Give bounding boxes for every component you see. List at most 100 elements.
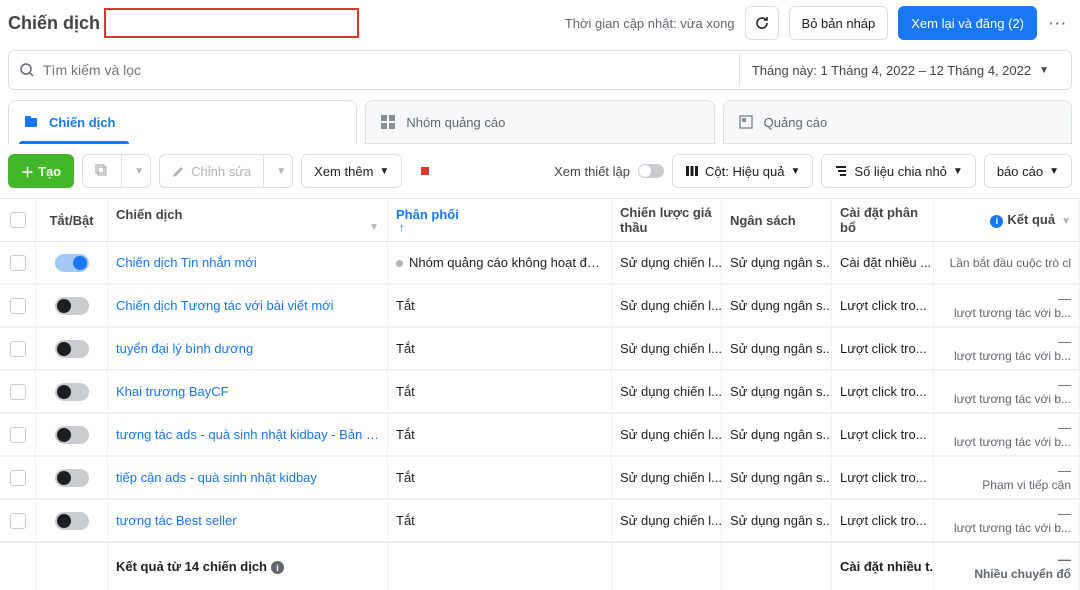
- chevron-down-icon: ▼: [1039, 65, 1049, 76]
- view-setup-toggle[interactable]: Xem thiết lập: [554, 164, 664, 179]
- sort-asc-icon: ↑: [399, 222, 603, 234]
- tab-ads-label: Quảng cáo: [764, 115, 828, 130]
- row-checkbox[interactable]: [10, 470, 26, 486]
- footer-summary: Kết quả từ 14 chiến dịch: [116, 559, 267, 574]
- bid-value: Sử dụng chiến l...: [612, 371, 722, 412]
- result-value: —: [1058, 377, 1071, 392]
- alloc-value: Lượt click tro...: [832, 371, 934, 412]
- campaign-name-link[interactable]: tuyển đại lý bình dương: [116, 341, 379, 356]
- table-row: Khai trương BayCF Tắt Sử dụng chiến l...Sử…: [0, 371, 1080, 413]
- col-campaign[interactable]: Chiến dịch▼: [108, 199, 388, 241]
- campaign-name-link[interactable]: Khai trương BayCF: [116, 384, 379, 399]
- date-range-label: Tháng này: 1 Tháng 4, 2022 – 12 Tháng 4,…: [752, 63, 1031, 78]
- row-checkbox[interactable]: [10, 255, 26, 271]
- campaign-name-link[interactable]: tiếp cận ads - quà sinh nhật kidbay: [116, 470, 379, 485]
- table-footer: Kết quả từ 14 chiến dịchi Cài đặt nhiều …: [0, 542, 1080, 590]
- alloc-value: Lượt click tro...: [832, 285, 934, 326]
- row-checkbox[interactable]: [10, 513, 26, 529]
- date-range-picker[interactable]: Tháng này: 1 Tháng 4, 2022 – 12 Tháng 4,…: [739, 54, 1061, 86]
- row-toggle[interactable]: [55, 512, 89, 530]
- search-input[interactable]: [43, 62, 739, 78]
- row-checkbox[interactable]: [10, 384, 26, 400]
- breakdown-label: Số liệu chia nhỏ: [854, 164, 947, 179]
- info-icon: i: [271, 561, 284, 574]
- edit-label: Chỉnh sửa: [191, 164, 251, 179]
- row-toggle[interactable]: [55, 383, 89, 401]
- budget-value: Sử dụng ngân s...: [722, 457, 832, 498]
- result-sub: Phạm vi tiếp cận: [982, 478, 1071, 492]
- col-results[interactable]: iKết quả▼: [934, 199, 1080, 241]
- campaign-name-link[interactable]: Chiến dịch Tin nhắn mới: [116, 255, 379, 270]
- row-toggle[interactable]: [55, 426, 89, 444]
- tab-adsets[interactable]: Nhóm quảng cáo: [365, 100, 714, 144]
- page-title: Chiến dịch: [8, 13, 100, 34]
- campaign-name-link[interactable]: tương tác Best seller: [116, 513, 379, 528]
- duplicate-caret[interactable]: ▼: [121, 154, 151, 188]
- create-label: Tạo: [38, 164, 61, 179]
- status-indicator: [421, 167, 429, 175]
- edit-caret[interactable]: ▼: [263, 154, 293, 188]
- table-row: Chiến dịch Tin nhắn mớiNhóm quảng cáo kh…: [0, 242, 1080, 284]
- alloc-value: Cài đặt nhiều ...: [832, 242, 934, 283]
- status-dot-icon: [396, 260, 403, 267]
- more-menu-button[interactable]: ···: [1045, 16, 1072, 31]
- refresh-button[interactable]: [745, 6, 779, 40]
- more-actions-button[interactable]: Xem thêm▼: [301, 154, 402, 188]
- result-value: —: [1058, 291, 1071, 306]
- tab-campaigns-label: Chiến dịch: [49, 115, 115, 130]
- reports-button[interactable]: báo cáo▼: [984, 154, 1072, 188]
- chevron-down-icon: ▼: [1049, 166, 1059, 177]
- result-sub: Lần bắt đầu cuộc trò cl: [950, 256, 1071, 270]
- discard-label: Bỏ bản nháp: [802, 16, 876, 31]
- folder-icon: [23, 114, 39, 130]
- row-toggle[interactable]: [55, 469, 89, 487]
- discard-button[interactable]: Bỏ bản nháp: [789, 6, 889, 40]
- tab-adsets-label: Nhóm quảng cáo: [406, 115, 505, 130]
- table-row: tiếp cận ads - quà sinh nhật kidbayTắtSử…: [0, 457, 1080, 499]
- footer-result: —: [1058, 552, 1071, 567]
- columns-button[interactable]: Cột: Hiệu quả▼: [672, 154, 813, 188]
- campaign-name-link[interactable]: Chiến dịch Tương tác với bài viết mới: [116, 298, 379, 313]
- search-icon: [19, 62, 35, 78]
- duplicate-button[interactable]: [82, 154, 121, 188]
- table-header: Tắt/Bật Chiến dịch▼ Phân phối↑ Chiến lượ…: [0, 199, 1080, 242]
- row-checkbox[interactable]: [10, 341, 26, 357]
- chevron-down-icon: ▼: [379, 166, 389, 177]
- chevron-down-icon: ▼: [1061, 216, 1071, 227]
- delivery-status: Tắt: [396, 427, 603, 442]
- col-alloc[interactable]: Cài đặt phân bổ: [832, 199, 934, 241]
- budget-value: Sử dụng ngân s...: [722, 371, 832, 412]
- result-value: —: [1058, 420, 1071, 435]
- delivery-status: Tắt: [396, 384, 603, 399]
- delivery-status: Tắt: [396, 298, 603, 313]
- col-budget[interactable]: Ngân sách: [722, 199, 832, 241]
- col-delivery[interactable]: Phân phối↑: [388, 199, 612, 241]
- breakdown-button[interactable]: Số liệu chia nhỏ▼: [821, 154, 975, 188]
- row-checkbox[interactable]: [10, 298, 26, 314]
- top-bar: Chiến dịch Thời gian cập nhật: vừa xong …: [0, 0, 1080, 46]
- col-bid[interactable]: Chiến lược giá thầu: [612, 199, 722, 241]
- campaign-name-link[interactable]: tương tác ads - quà sinh nhật kidbay - B…: [116, 427, 379, 442]
- tab-ads[interactable]: Quảng cáo: [723, 100, 1072, 144]
- budget-value: Sử dụng ngân s...: [722, 414, 832, 455]
- tab-campaigns[interactable]: Chiến dịch: [8, 100, 357, 144]
- edit-button[interactable]: Chỉnh sửa: [159, 154, 263, 188]
- result-sub: lượt tương tác với b...: [954, 306, 1071, 320]
- select-all-checkbox[interactable]: [10, 212, 26, 228]
- create-button[interactable]: ＋Tạo: [8, 154, 74, 188]
- review-publish-button[interactable]: Xem lại và đăng (2): [898, 6, 1037, 40]
- row-toggle[interactable]: [55, 254, 89, 272]
- table-row: tương tác ads - quà sinh nhật kidbay - B…: [0, 414, 1080, 456]
- bid-value: Sử dụng chiến l...: [612, 328, 722, 369]
- chevron-down-icon: ▼: [134, 166, 144, 177]
- table-row: tương tác Best sellerTắtSử dụng chiến l.…: [0, 500, 1080, 542]
- pencil-icon: [172, 165, 185, 178]
- result-sub: lượt tương tác với b...: [954, 392, 1071, 406]
- row-toggle[interactable]: [55, 340, 89, 358]
- columns-label: Cột: Hiệu quả: [705, 164, 785, 179]
- row-toggle[interactable]: [55, 297, 89, 315]
- search-bar[interactable]: Tháng này: 1 Tháng 4, 2022 – 12 Tháng 4,…: [8, 50, 1072, 90]
- budget-value: Sử dụng ngân s...: [722, 285, 832, 326]
- row-checkbox[interactable]: [10, 427, 26, 443]
- col-toggle[interactable]: Tắt/Bật: [36, 199, 108, 241]
